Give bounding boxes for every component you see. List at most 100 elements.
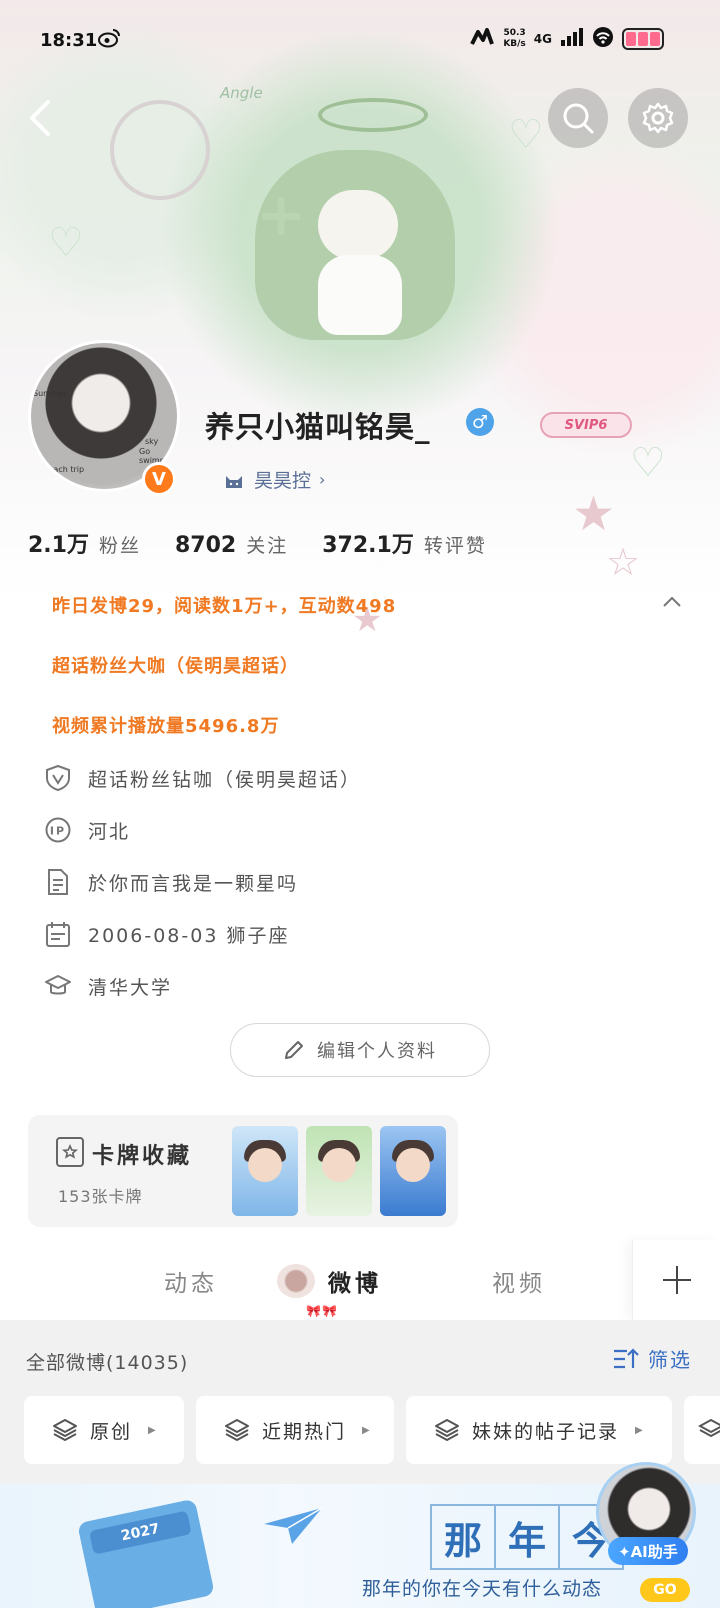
chip-more[interactable] xyxy=(684,1396,720,1464)
stat-label: 关注 xyxy=(246,535,289,557)
search-icon xyxy=(563,103,594,134)
chip-original[interactable]: 原创 ▶ xyxy=(24,1396,184,1464)
layers-icon xyxy=(225,1419,249,1441)
stat-number: 8702 xyxy=(175,533,237,558)
signal-icon xyxy=(560,28,584,50)
halo-decoration xyxy=(318,98,428,132)
calendar-year: 2027 xyxy=(88,1510,192,1555)
highlight-activity: 昨日发博29，阅读数1万+，互动数498 xyxy=(52,596,397,617)
tab-sticker-icon xyxy=(277,1264,315,1298)
avatar-text: Beach trip xyxy=(43,465,85,474)
paper-plane-icon xyxy=(264,1507,323,1544)
music-app-icon xyxy=(469,26,495,52)
angel-face xyxy=(318,190,398,260)
calendar-icon xyxy=(44,920,72,948)
chip-recent-hot[interactable]: 近期热门 ▶ xyxy=(196,1396,394,1464)
filter-icon xyxy=(614,1347,639,1368)
info-text: 河北 xyxy=(88,820,131,843)
info-supertopic[interactable]: 超话粉丝钻咖（侯明昊超话） xyxy=(44,764,361,792)
info-bio: 於你而言我是一颗星吗 xyxy=(44,868,298,896)
layers-icon xyxy=(53,1419,77,1441)
angel-dress xyxy=(318,255,402,335)
profile-banner[interactable]: + ♡ ♡ ♡ ★ ☆ ★ Angle xyxy=(0,0,720,640)
card-collection-count: 153张卡牌 xyxy=(58,1187,143,1206)
layers-icon xyxy=(435,1419,459,1441)
tab-dongtai[interactable]: 动态 xyxy=(164,1264,218,1298)
card-thumbnail[interactable] xyxy=(232,1126,298,1216)
highlight-supertopic: 超话粉丝大咖（侯明昊超话） xyxy=(52,656,299,677)
card-collection-icon xyxy=(56,1137,84,1167)
layers-icon xyxy=(698,1418,720,1438)
shield-v-icon xyxy=(44,764,72,792)
plus-icon xyxy=(662,1266,691,1294)
avatar-text: sky xyxy=(145,437,159,446)
card-thumbnail[interactable] xyxy=(380,1126,446,1216)
verified-badge-icon: V xyxy=(142,462,176,496)
info-text: 於你而言我是一颗星吗 xyxy=(88,872,299,895)
heart-decoration: ♡ xyxy=(48,220,84,266)
caret-right-icon: ▶ xyxy=(635,1424,645,1436)
battery-icon xyxy=(622,28,664,50)
tab-video[interactable]: 视频 xyxy=(492,1264,546,1298)
grid-char: 年 xyxy=(494,1504,560,1570)
svip-badge[interactable]: SVIP6 xyxy=(540,412,632,438)
weibo-notification-icon xyxy=(98,28,120,53)
search-button[interactable] xyxy=(548,88,608,148)
svg-text:IP: IP xyxy=(50,825,66,838)
card-collection[interactable]: 卡牌收藏 153张卡牌 xyxy=(28,1115,458,1227)
graduation-cap-icon xyxy=(44,972,72,1000)
tab-weibo[interactable]: 微博 xyxy=(328,1264,382,1298)
card-thumbnail[interactable] xyxy=(306,1126,372,1216)
stat-likes[interactable]: 372.1万 转评赞 xyxy=(322,527,487,559)
edit-profile-button[interactable]: 编辑个人资料 xyxy=(230,1023,490,1077)
info-ip-location: IP 河北 xyxy=(44,816,130,844)
stat-followers[interactable]: 2.1万 粉丝 xyxy=(28,527,141,559)
back-button[interactable] xyxy=(26,98,66,142)
caret-right-icon: ▶ xyxy=(362,1424,372,1436)
chip-label: 原创 xyxy=(90,1420,133,1443)
info-school: 清华大学 xyxy=(44,972,172,1000)
gear-icon xyxy=(642,102,674,134)
cat-icon xyxy=(226,475,242,488)
chip-label: 妹妹的帖子记录 xyxy=(472,1420,620,1443)
chevron-up-icon[interactable] xyxy=(662,592,682,612)
promo-caption: 那年的你在今天有什么动态 xyxy=(362,1578,603,1600)
highlight-video-views: 视频累计播放量5496.8万 xyxy=(52,716,280,737)
network-type: 4G xyxy=(533,32,552,46)
banner-text: Angle xyxy=(220,84,263,102)
go-button[interactable]: GO xyxy=(640,1578,690,1602)
card-collection-title: 卡牌收藏 xyxy=(92,1144,193,1169)
chevron-left-icon xyxy=(30,100,50,136)
chip-sister-posts[interactable]: 妹妹的帖子记录 ▶ xyxy=(406,1396,672,1464)
heart-decoration: ♡ xyxy=(630,440,666,486)
stat-label: 粉丝 xyxy=(98,535,141,557)
bow-decoration-icon: 🎀🎀 xyxy=(306,1304,338,1318)
star-decoration: ★ xyxy=(572,486,616,542)
filter-button[interactable]: 筛选 xyxy=(612,1344,692,1373)
clock-decoration xyxy=(110,100,210,200)
info-text: 超话粉丝钻咖（侯明昊超话） xyxy=(88,768,362,791)
stat-number: 372.1万 xyxy=(322,533,414,558)
info-text: 清华大学 xyxy=(88,976,173,999)
info-birthday: 2006-08-03 狮子座 xyxy=(44,920,289,948)
add-tab-button[interactable] xyxy=(632,1240,720,1320)
stat-number: 2.1万 xyxy=(28,533,89,558)
chevron-right-icon: › xyxy=(319,470,326,489)
profile-tabs: 动态 微博 🎀🎀 视频 xyxy=(0,1240,720,1320)
ai-assistant-button[interactable]: ✦AI助手 xyxy=(608,1537,688,1565)
grid-char: 那 xyxy=(430,1504,496,1570)
male-icon: ♂ xyxy=(466,408,494,436)
stat-label: 转评赞 xyxy=(423,535,487,557)
profile-stats: 2.1万 粉丝 8702 关注 372.1万 转评赞 xyxy=(28,527,487,559)
heart-decoration: ♡ xyxy=(508,112,544,158)
filter-label: 筛选 xyxy=(648,1348,692,1372)
stat-following[interactable]: 8702 关注 xyxy=(175,531,288,558)
wifi-icon xyxy=(592,27,614,51)
edit-profile-label: 编辑个人资料 xyxy=(317,1041,437,1062)
fan-club-link[interactable]: 昊昊控 › xyxy=(222,466,325,493)
pencil-icon xyxy=(285,1041,303,1059)
caret-right-icon: ▶ xyxy=(148,1424,158,1436)
avatar-text: Summer xyxy=(33,389,67,398)
settings-button[interactable] xyxy=(628,88,688,148)
fan-club-label: 昊昊控 xyxy=(254,470,312,492)
